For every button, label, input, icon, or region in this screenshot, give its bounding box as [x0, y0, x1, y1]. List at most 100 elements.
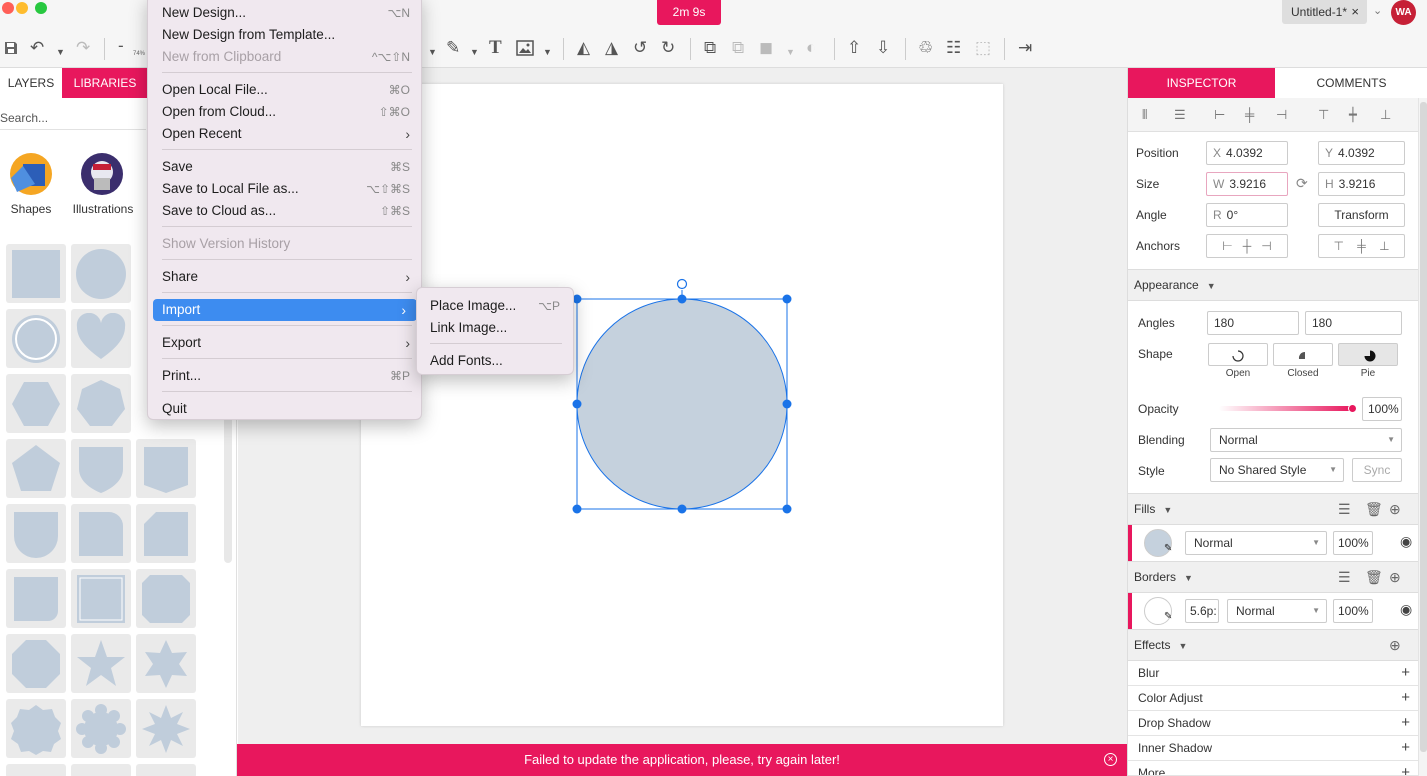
- shape-open-option[interactable]: [1208, 343, 1268, 366]
- shape-notched-square[interactable]: [136, 569, 196, 628]
- shape-heptagon[interactable]: [71, 374, 131, 433]
- menu-item-open-local-file[interactable]: Open Local File... ⌘O: [162, 79, 412, 101]
- submenu-item-add-fonts[interactable]: Add Fonts...: [430, 350, 562, 372]
- shape-star-six[interactable]: [136, 634, 196, 693]
- menu-item-open-recent[interactable]: Open Recent ›: [162, 123, 412, 145]
- shape-hexagon[interactable]: [6, 374, 66, 433]
- zoom-out-icon[interactable]: -: [118, 36, 124, 56]
- angle-start-input[interactable]: 180: [1207, 311, 1299, 335]
- opacity-input[interactable]: 100%: [1362, 397, 1402, 421]
- pen-icon[interactable]: ✎: [446, 38, 460, 58]
- fill-opacity-input[interactable]: 100%: [1333, 531, 1373, 555]
- send-backward-icon[interactable]: ⇩: [876, 38, 890, 58]
- opacity-slider-knob[interactable]: [1348, 404, 1357, 413]
- pen-dropdown-icon[interactable]: ▼: [470, 42, 479, 62]
- tab-libraries[interactable]: LIBRARIES: [62, 68, 148, 98]
- rotate-left-icon[interactable]: ↺: [633, 38, 647, 58]
- tab-comments[interactable]: COMMENTS: [1275, 68, 1427, 98]
- text-tool-icon[interactable]: T: [489, 38, 502, 58]
- anchor-bottom-icon[interactable]: ⊥: [1379, 239, 1389, 253]
- add-more-icon[interactable]: +: [1401, 761, 1410, 775]
- submenu-item-link-image[interactable]: Link Image...: [430, 317, 562, 339]
- angle-input[interactable]: R 0°: [1206, 203, 1288, 227]
- shapes-category-icon[interactable]: [9, 152, 53, 196]
- fills-section-header[interactable]: Fills ▼ ☰ 🗑 ⊕: [1128, 493, 1418, 525]
- shape-ring[interactable]: [6, 309, 66, 368]
- menu-item-import[interactable]: Import ›: [153, 299, 417, 321]
- add-inner-shadow-icon[interactable]: +: [1401, 736, 1410, 760]
- menu-item-export[interactable]: Export ›: [162, 332, 412, 354]
- anchor-left-icon[interactable]: ⊢: [1222, 239, 1232, 253]
- shape-tag[interactable]: [6, 504, 66, 563]
- add-border-icon[interactable]: ⊕: [1389, 562, 1401, 592]
- symbol-icon[interactable]: ☷: [946, 38, 961, 58]
- shape-dropdown-icon[interactable]: ▼: [428, 42, 437, 62]
- shared-style-select[interactable]: No Shared Style ▼: [1210, 458, 1344, 482]
- library-search-input[interactable]: Search...: [0, 106, 146, 130]
- shape-partial[interactable]: [71, 764, 131, 776]
- eye-icon[interactable]: ◉: [1400, 533, 1412, 550]
- eyedropper-icon[interactable]: ✎: [1164, 543, 1172, 554]
- anchor-vcenter-icon[interactable]: ╪: [1357, 239, 1366, 253]
- minimize-window-button[interactable]: [16, 2, 28, 14]
- menu-item-new-from-template[interactable]: New Design from Template...: [162, 24, 412, 46]
- menu-item-save-cloud-as[interactable]: Save to Cloud as... ⇧⌘S: [162, 200, 412, 222]
- shape-shield[interactable]: [71, 439, 131, 498]
- align-center-icon[interactable]: ╪: [1245, 107, 1254, 122]
- sync-button[interactable]: Sync: [1352, 458, 1402, 482]
- anchor-top-icon[interactable]: ⊤: [1333, 239, 1343, 253]
- illustrations-category-icon[interactable]: [80, 152, 124, 196]
- shape-octagon[interactable]: [6, 634, 66, 693]
- menu-item-save[interactable]: Save ⌘S: [162, 156, 412, 178]
- shape-star[interactable]: [71, 634, 131, 693]
- delete-fill-icon[interactable]: 🗑: [1365, 494, 1383, 524]
- redo-icon[interactable]: ↷: [76, 38, 90, 58]
- add-fill-icon[interactable]: ⊕: [1389, 494, 1401, 524]
- boolean-icon[interactable]: ◼: [759, 38, 773, 58]
- effect-color-adjust[interactable]: Color Adjust +: [1128, 686, 1418, 711]
- document-tab[interactable]: Untitled-1* ×: [1282, 0, 1367, 24]
- image-icon[interactable]: [516, 40, 534, 56]
- menu-item-new-design[interactable]: New Design... ⌥N: [162, 2, 412, 24]
- group-icon[interactable]: ⧉: [704, 38, 716, 58]
- effect-blur[interactable]: Blur +: [1128, 661, 1418, 686]
- add-effect-icon[interactable]: ⊕: [1389, 630, 1401, 660]
- export-icon[interactable]: ⇥: [1018, 38, 1032, 58]
- effect-inner-shadow[interactable]: Inner Shadow +: [1128, 736, 1418, 761]
- close-banner-icon[interactable]: ×: [1104, 753, 1117, 766]
- bring-forward-icon[interactable]: ⇧: [847, 38, 861, 58]
- distribute-vertical-icon[interactable]: ☰: [1174, 107, 1186, 123]
- size-height-input[interactable]: H 3.9216: [1318, 172, 1405, 196]
- flip-vertical-icon[interactable]: ◮: [605, 38, 618, 58]
- shape-partial[interactable]: [136, 764, 196, 776]
- fill-settings-icon[interactable]: ☰: [1338, 494, 1351, 524]
- lock-ratio-icon[interactable]: ⟳: [1296, 175, 1308, 192]
- border-blend-select[interactable]: Normal ▼: [1227, 599, 1327, 623]
- align-middle-icon[interactable]: ┿: [1349, 107, 1357, 123]
- anchor-hcenter-icon[interactable]: ┼: [1243, 239, 1252, 253]
- align-right-icon[interactable]: ⊣: [1276, 107, 1287, 123]
- close-tab-icon[interactable]: ×: [1351, 0, 1359, 24]
- avatar[interactable]: WA: [1391, 0, 1416, 25]
- effects-section-header[interactable]: Effects ▼ ⊕: [1128, 629, 1418, 661]
- shape-closed-option[interactable]: [1273, 343, 1333, 366]
- boolean-dropdown-icon[interactable]: ▼: [786, 42, 795, 62]
- shape-flower[interactable]: [71, 699, 131, 758]
- distribute-horizontal-icon[interactable]: ⫴: [1142, 107, 1147, 123]
- eye-icon[interactable]: ◉: [1400, 601, 1412, 618]
- blending-select[interactable]: Normal ▼: [1210, 428, 1402, 452]
- tab-inspector[interactable]: INSPECTOR: [1128, 68, 1275, 98]
- shape-rounded-corner[interactable]: [71, 504, 131, 563]
- menu-item-save-local-as[interactable]: Save to Local File as... ⌥⇧⌘S: [162, 178, 412, 200]
- fill-blend-select[interactable]: Normal ▼: [1185, 531, 1327, 555]
- maximize-window-button[interactable]: [35, 2, 47, 14]
- save-icon[interactable]: [3, 40, 19, 56]
- shape-square[interactable]: [6, 244, 66, 303]
- mask-icon[interactable]: ◐: [806, 38, 816, 58]
- border-opacity-input[interactable]: 100%: [1333, 599, 1373, 623]
- chevron-down-icon[interactable]: ⌄: [1373, 4, 1382, 17]
- anchor-right-icon[interactable]: ⊣: [1261, 239, 1271, 253]
- recycle-icon[interactable]: ♲: [918, 38, 933, 58]
- add-color-adjust-icon[interactable]: +: [1401, 686, 1410, 710]
- appearance-section-header[interactable]: Appearance ▼: [1128, 269, 1418, 301]
